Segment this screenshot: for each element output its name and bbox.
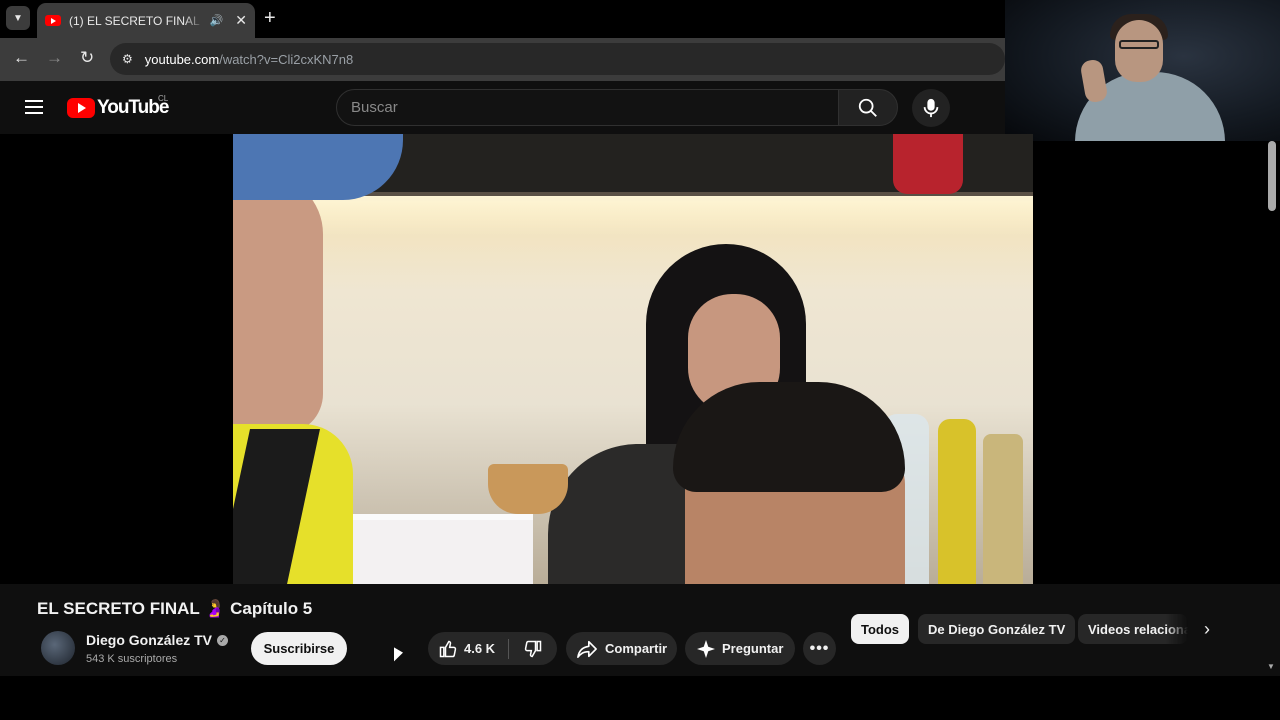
video-scene-towels	[333, 514, 533, 584]
tab-title: (1) EL SECRETO FINAL 🤰 Capítulo 5 - YouT…	[69, 13, 204, 28]
verified-check-icon: ✓	[217, 634, 229, 646]
sparkle-icon	[697, 639, 715, 658]
microphone-icon	[923, 98, 939, 118]
share-label: Compartir	[605, 641, 668, 656]
chip-todos[interactable]: Todos	[851, 614, 910, 644]
address-bar[interactable]: ⚙ youtube.com/watch?v=Cli2cxKN7n8	[110, 43, 1005, 75]
reload-icon[interactable]: ↻	[80, 48, 94, 68]
video-scene-bowl	[488, 464, 568, 514]
chip-related-videos[interactable]: Videos relacionados	[1078, 614, 1188, 644]
video-title: EL SECRETO FINAL 🤰 Capítulo 5	[37, 599, 313, 618]
tab-search-chevron-icon[interactable]: ▼	[6, 6, 30, 30]
video-scene-man-front-hair	[673, 382, 905, 492]
ask-label: Preguntar	[722, 641, 784, 656]
share-button[interactable]: Compartir	[566, 632, 677, 665]
search-input[interactable]	[351, 99, 838, 116]
close-tab-icon[interactable]: ✕	[235, 12, 247, 29]
new-tab-plus-icon[interactable]: +	[264, 7, 276, 30]
browser-toolbar: ← → ↻ ⚙ youtube.com/watch?v=Cli2cxKN7n8	[0, 38, 1005, 81]
page-bottom-bar	[0, 676, 1280, 720]
subscribe-button[interactable]: Suscribirse	[251, 632, 347, 665]
youtube-play-logo-icon	[67, 98, 95, 118]
scroll-down-arrow-icon[interactable]: ▼	[1267, 662, 1275, 671]
youtube-header: YouTube CL	[0, 81, 1005, 134]
webcam-person-glasses	[1119, 40, 1159, 49]
thumbs-down-icon	[524, 640, 542, 657]
webcam-overlay	[1005, 0, 1280, 141]
search-icon	[858, 98, 877, 117]
browser-tabstrip: ▼ (1) EL SECRETO FINAL 🤰 Capítulo 5 - Yo…	[0, 0, 1005, 38]
video-scene-kettle	[893, 134, 963, 194]
webcam-person-face	[1115, 20, 1163, 82]
country-code: CL	[158, 94, 169, 103]
hamburger-menu-icon[interactable]	[25, 100, 43, 114]
search-box	[336, 89, 839, 126]
youtube-logo[interactable]: YouTube	[67, 97, 169, 119]
video-scene-oil-bottle	[938, 419, 976, 584]
voice-search-button[interactable]	[912, 89, 950, 127]
forward-arrow-icon[interactable]: →	[46, 48, 63, 68]
url-host: youtube.com	[144, 51, 220, 67]
video-info-section: EL SECRETO FINAL 🤰 Capítulo 5 Diego Gonz…	[0, 584, 1280, 676]
share-arrow-icon	[577, 640, 597, 658]
mouse-cursor-icon	[394, 647, 403, 667]
like-count: 4.6 K	[464, 641, 496, 656]
back-arrow-icon[interactable]: ←	[13, 48, 30, 68]
subscriber-count: 543 K suscriptores	[86, 653, 178, 665]
thumbs-up-icon	[439, 640, 457, 657]
site-info-icon[interactable]: ⚙	[122, 52, 133, 66]
url-path: /watch?v=Cli2cxKN7n8	[219, 51, 354, 67]
like-dislike-group: 4.6 K	[428, 632, 557, 665]
video-scene-man-left-face	[233, 174, 323, 434]
channel-name: Diego González TV	[86, 632, 213, 648]
webcam-person-hand	[1079, 58, 1109, 104]
speaker-icon[interactable]: 🔊	[210, 14, 224, 27]
browser-tab-active[interactable]: (1) EL SECRETO FINAL 🤰 Capítulo 5 - YouT…	[37, 3, 255, 38]
chip-from-channel[interactable]: De Diego González TV	[918, 614, 1076, 644]
video-scene-light	[293, 196, 1033, 236]
channel-name-link[interactable]: Diego González TV ✓	[86, 632, 229, 648]
dislike-button[interactable]	[509, 632, 557, 665]
video-player[interactable]	[233, 134, 1033, 584]
chevron-right-icon[interactable]: ›	[1196, 618, 1218, 640]
search-button[interactable]	[838, 89, 898, 126]
like-button[interactable]: 4.6 K	[428, 632, 508, 665]
more-options-icon[interactable]: •••	[803, 632, 836, 665]
video-scene-bottle	[983, 434, 1023, 584]
scrollbar-thumb[interactable]	[1268, 141, 1276, 211]
ask-button[interactable]: Preguntar	[685, 632, 795, 665]
youtube-favicon-icon	[45, 15, 61, 26]
channel-avatar[interactable]	[41, 631, 75, 665]
